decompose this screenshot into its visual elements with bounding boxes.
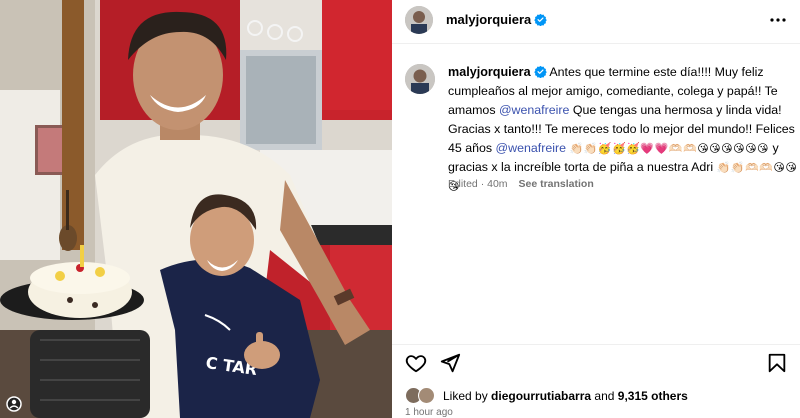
post-photo-illustration: C TAR [0,0,392,418]
post-timestamp[interactable]: 1 hour ago [405,407,453,418]
verified-badge-icon [533,65,547,78]
caption-text: malyjorquiera Antes que termine este día… [448,63,798,196]
post-header: malyjorquiera [392,0,800,44]
more-options-icon[interactable] [768,10,788,30]
author-avatar[interactable] [405,6,433,34]
caption-author-avatar[interactable] [405,64,435,94]
caption-block: malyjorquiera Antes que termine este día… [392,44,800,344]
edited-time[interactable]: 40m [487,178,507,190]
liked-by-prefix: Liked by [443,389,488,403]
paper-plane-icon[interactable] [439,352,461,374]
caption-username[interactable]: malyjorquiera [448,65,547,79]
mention-link[interactable]: @wenafreire [499,103,569,117]
post-photo[interactable]: C TAR [0,0,392,418]
liked-by-avatars[interactable] [405,387,439,404]
liker-avatar [418,387,435,404]
caption-emoji-1: 👏🏻👏🏻🥳🥳🥳💗💗🫶🏻🫶🏻😘😘😘😘😘😘 [569,142,770,155]
caption-username-text[interactable]: malyjorquiera [448,65,531,79]
edited-label: Edited [448,178,478,190]
liked-by-others[interactable]: and 9,315 others [594,389,687,403]
liked-by-text: Liked by diegourrutiabarra and 9,315 oth… [443,389,688,403]
post-side-panel: malyjorquiera malyjorquiera Antes que te… [392,0,800,418]
mention-link[interactable]: @wenafreire [496,141,566,155]
author-username-text[interactable]: malyjorquiera [446,12,531,27]
heart-icon[interactable] [405,352,427,374]
verified-badge-icon [534,13,548,26]
see-translation-button[interactable]: See translation [518,178,593,190]
liked-by-user[interactable]: diegourrutiabarra [491,389,591,403]
caption-meta: Edited · 40m See translation [448,178,594,190]
bookmark-icon[interactable] [766,352,788,374]
author-username[interactable]: malyjorquiera [446,12,548,27]
post-actions: Liked by diegourrutiabarra and 9,315 oth… [392,344,800,418]
